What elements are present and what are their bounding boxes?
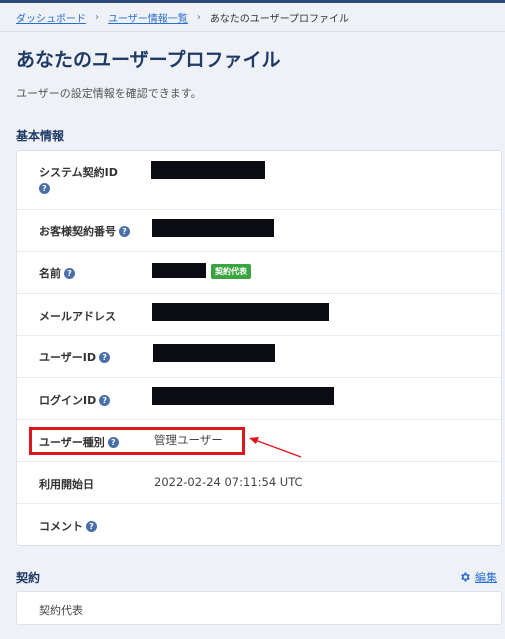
redacted-value xyxy=(152,303,329,321)
label-system-contract-id: システム契約ID ? xyxy=(39,164,118,194)
row-comment: コメント ? xyxy=(17,504,501,546)
contract-section-title: 契約 xyxy=(16,571,41,585)
start-date-value: 2022-02-24 07:11:54 UTC xyxy=(154,475,303,489)
annotation-arrow-icon xyxy=(249,437,302,458)
breadcrumb-dashboard-link[interactable]: ダッシュボード xyxy=(16,10,86,25)
row-user-id: ユーザーID ? xyxy=(17,336,501,378)
label-login-id: ログインID ? xyxy=(39,392,111,408)
redacted-value xyxy=(153,344,275,362)
redacted-value xyxy=(152,387,334,405)
contract-edit-link[interactable]: 編集 xyxy=(459,569,497,585)
row-login-id: ログインID ? xyxy=(17,378,501,420)
label-text: システム契約ID xyxy=(39,166,118,179)
annotation-highlight-box xyxy=(29,427,245,455)
label-text: メールアドレス xyxy=(39,310,116,323)
help-icon[interactable]: ? xyxy=(99,394,111,406)
row-email: メールアドレス xyxy=(17,294,501,336)
breadcrumb-separator: › xyxy=(196,11,201,23)
help-icon[interactable]: ? xyxy=(99,351,111,363)
breadcrumb: ダッシュボード › ユーザー情報一覧 › あなたのユーザープロファイル xyxy=(16,9,349,25)
label-comment: コメント ? xyxy=(39,518,97,534)
row-system-contract-id: システム契約ID ? xyxy=(17,151,501,210)
basic-info-card: システム契約ID ? お客様契約番号 ? 名前 ? 契約代表 メールアドレス ユ… xyxy=(16,150,502,546)
redacted-value xyxy=(151,161,265,179)
redacted-value xyxy=(152,219,274,237)
label-text: 名前 xyxy=(39,267,61,280)
gear-icon xyxy=(461,572,470,582)
redacted-value xyxy=(152,263,206,278)
label-text: ログインID xyxy=(39,394,97,407)
label-start-date: 利用開始日 xyxy=(39,476,94,492)
label-name: 名前 ? xyxy=(39,265,75,281)
label-customer-contract-number: お客様契約番号 ? xyxy=(39,223,130,239)
help-icon[interactable]: ? xyxy=(119,225,130,237)
page-title: あなたのユーザープロファイル xyxy=(16,49,281,71)
header-divider xyxy=(0,31,505,32)
basic-info-section-title: 基本情報 xyxy=(16,129,65,143)
row-customer-contract-number: お客様契約番号 ? xyxy=(17,210,501,252)
label-text: 利用開始日 xyxy=(39,478,94,491)
edit-link-label: 編集 xyxy=(475,571,497,584)
label-text: ユーザーID xyxy=(39,351,97,364)
label-text: コメント xyxy=(39,520,83,533)
label-user-id: ユーザーID ? xyxy=(39,349,111,365)
top-bar xyxy=(0,0,505,3)
page-description: ユーザーの設定情報を確認できます。 xyxy=(16,87,202,100)
help-icon[interactable]: ? xyxy=(39,183,50,194)
help-icon[interactable]: ? xyxy=(86,520,97,532)
help-icon[interactable]: ? xyxy=(64,267,75,279)
label-email: メールアドレス xyxy=(39,308,116,324)
row-name: 名前 ? 契約代表 xyxy=(17,252,501,294)
contract-value: 契約代表 xyxy=(39,604,83,617)
label-text: お客様契約番号 xyxy=(39,225,116,238)
breadcrumb-user-list-link[interactable]: ユーザー情報一覧 xyxy=(108,10,188,25)
contract-representative-badge: 契約代表 xyxy=(211,264,251,279)
contract-card: 契約代表 xyxy=(16,591,502,625)
row-start-date: 利用開始日 2022-02-24 07:11:54 UTC xyxy=(17,462,501,504)
breadcrumb-separator: › xyxy=(95,11,99,23)
breadcrumb-current: あなたのユーザープロファイル xyxy=(209,13,350,25)
